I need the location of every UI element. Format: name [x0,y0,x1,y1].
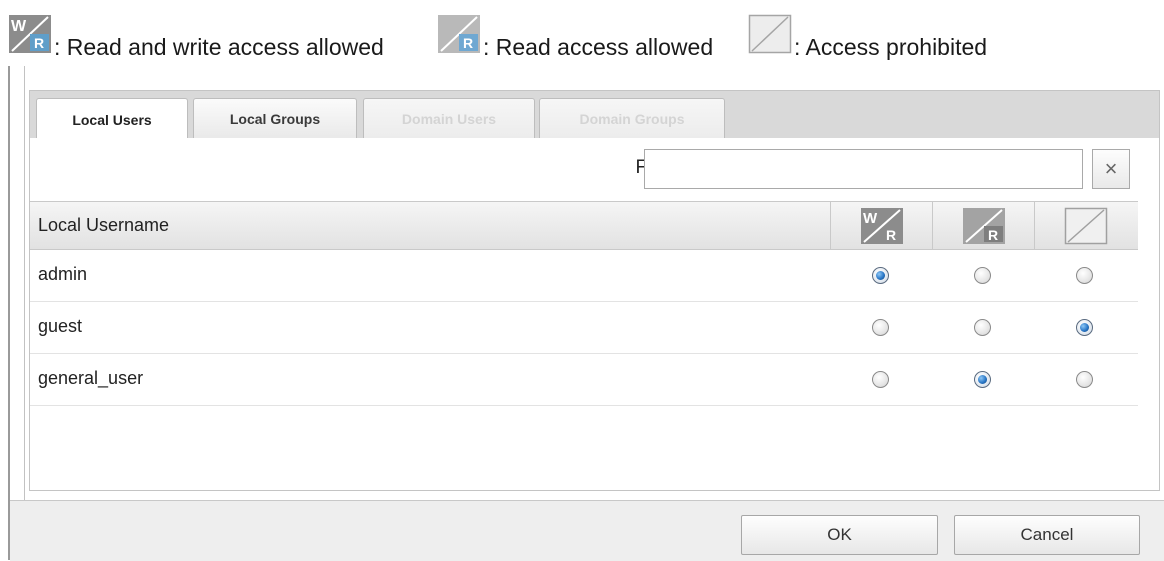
read-write-radio[interactable] [872,371,889,388]
tab-domain-groups: Domain Groups [539,98,725,139]
read-icon: R [962,207,1005,244]
column-header-prohibited [1034,202,1136,249]
ok-button[interactable]: OK [741,515,938,555]
read-write-radio[interactable] [872,267,889,284]
prohibited-radio[interactable] [1076,371,1093,388]
svg-text:R: R [463,35,473,51]
prohibited-icon [1064,207,1107,244]
read-radio[interactable] [974,371,991,388]
close-icon: × [1104,156,1118,181]
username-cell: guest [38,316,83,336]
user-permission-table: Local Username W R R admin guest general… [30,201,1138,406]
dialog-footer: OK Cancel [10,500,1164,561]
read-icon: R [437,14,481,60]
legend-prohibited: : Access prohibited [748,14,987,60]
filter-row: Filter: × [30,138,1159,201]
legend-prohibited-label: : Access prohibited [794,34,988,60]
column-header-username: Local Username [38,215,170,235]
svg-text:W: W [11,18,27,35]
legend-read-write-label: : Read and write access allowed [54,34,384,60]
tab-strip: Local Users Local Groups Domain Users Do… [29,90,1160,140]
tab-panel: Filter: × Local Username W R [29,138,1160,491]
legend-read-label: : Read access allowed [483,34,714,60]
tab-domain-users: Domain Users [363,98,535,139]
svg-text:W: W [863,210,878,227]
read-write-icon: W R [860,207,903,244]
svg-text:R: R [34,35,44,51]
table-row: general_user [30,354,1138,406]
column-header-read: R [932,202,1034,249]
read-radio[interactable] [974,267,991,284]
legend-read: R : Read access allowed [437,14,713,60]
dialog-body: Local Users Local Groups Domain Users Do… [24,66,1164,501]
access-dialog: Local Users Local Groups Domain Users Do… [8,66,1164,561]
prohibited-radio[interactable] [1076,267,1093,284]
legend-read-write: W R : Read and write access allowed [8,14,384,60]
prohibited-icon [748,14,792,60]
svg-text:R: R [886,227,896,243]
tab-local-users[interactable]: Local Users [36,98,188,140]
filter-input[interactable] [644,149,1083,189]
table-row: guest [30,302,1138,354]
username-cell: general_user [38,368,144,388]
cancel-button[interactable]: Cancel [954,515,1140,555]
column-header-read-write: W R [830,202,932,249]
prohibited-radio[interactable] [1076,319,1093,336]
svg-text:R: R [988,227,998,243]
table-header: Local Username W R R [30,201,1138,250]
username-cell: admin [38,264,88,284]
tab-local-groups[interactable]: Local Groups [193,98,357,139]
permission-legend: W R : Read and write access allowed R : … [0,0,1164,66]
read-write-icon: W R [8,14,52,60]
read-radio[interactable] [974,319,991,336]
table-row: admin [30,250,1138,302]
read-write-radio[interactable] [872,319,889,336]
clear-filter-button[interactable]: × [1092,149,1130,189]
